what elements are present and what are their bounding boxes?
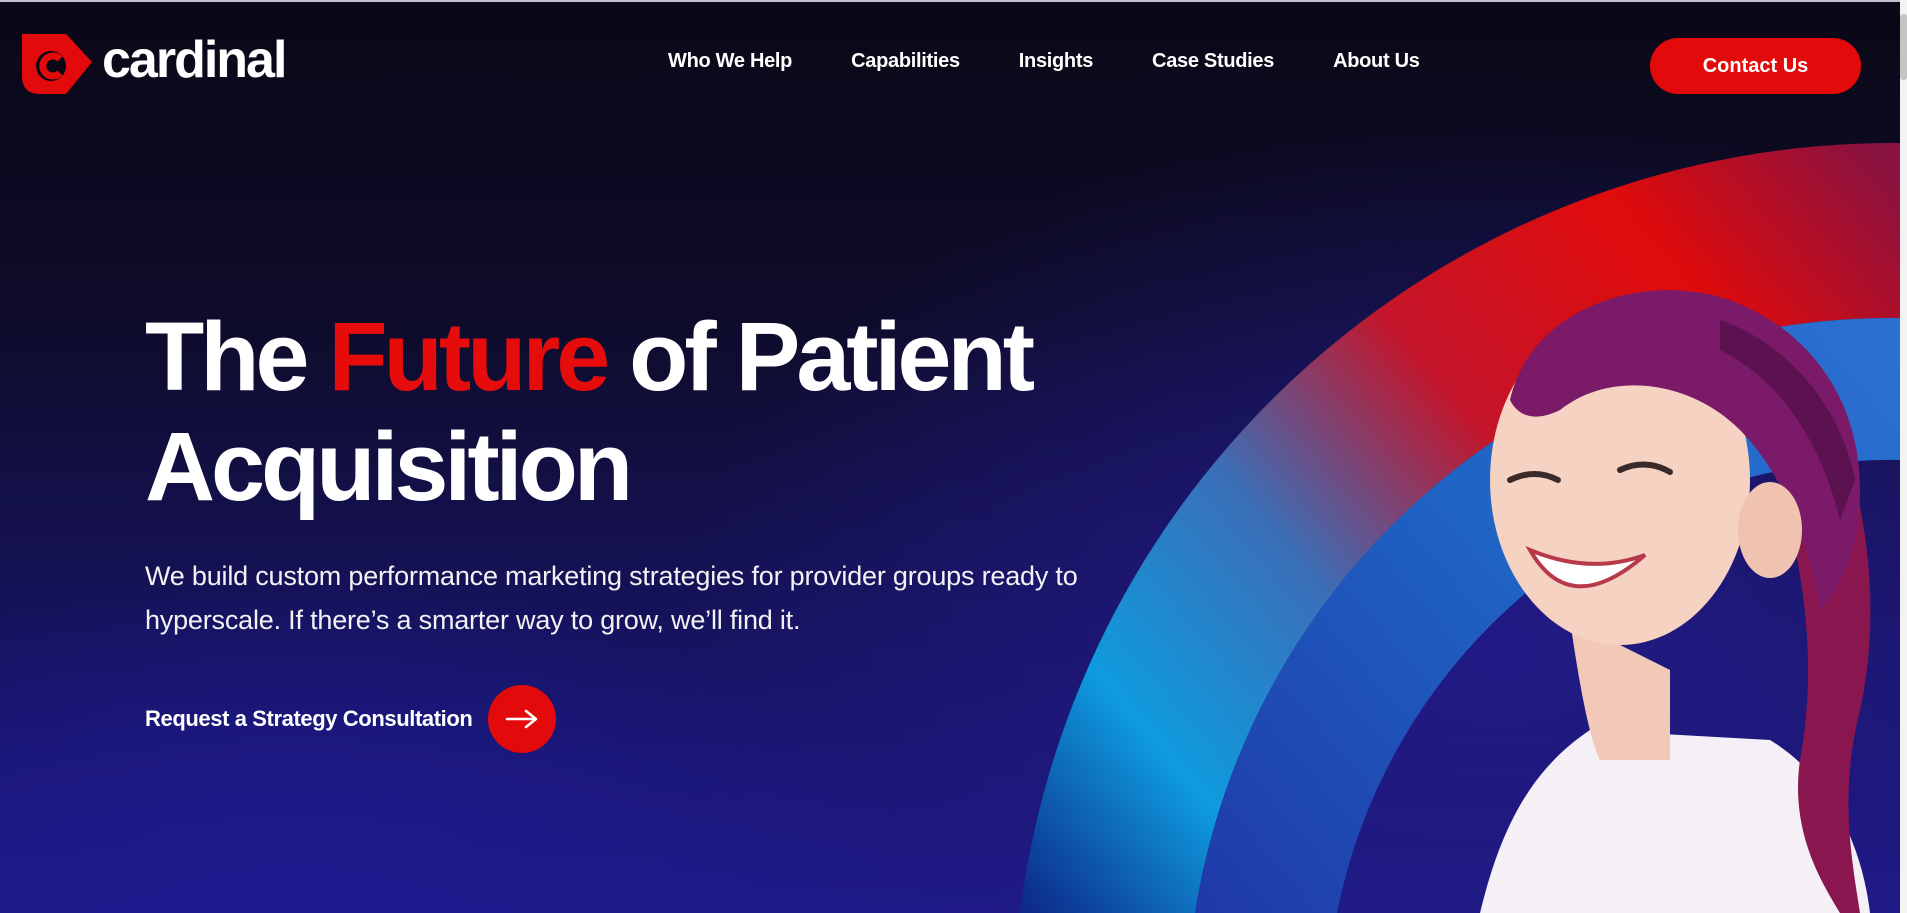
hero-subtext: We build custom performance marketing st… — [145, 561, 1078, 635]
headline-part-1: The — [145, 302, 329, 411]
nav-item-insights[interactable]: Insights — [1019, 50, 1094, 73]
arrow-right-icon — [506, 709, 538, 729]
brand-name: cardinal — [102, 31, 287, 89]
headline-accent: Future — [328, 302, 610, 411]
brand-logo[interactable]: cardinal — [20, 31, 287, 96]
cardinal-logo-icon — [22, 34, 92, 94]
main-nav: Who We Help Capabilities Insights Case S… — [668, 50, 1420, 73]
cta-arrow-button[interactable] — [488, 685, 557, 753]
hero-section: cardinal Who We Help Capabilities Insigh… — [0, 0, 1900, 913]
scrollbar-thumb[interactable] — [1900, 14, 1907, 80]
vertical-scrollbar[interactable] — [1900, 0, 1907, 913]
page: cardinal Who We Help Capabilities Insigh… — [0, 0, 1907, 913]
headline-part-2: of Patient — [606, 302, 1035, 411]
hero-headline: The Future of Patient Acquisition — [145, 302, 1035, 522]
nav-item-about-us[interactable]: About Us — [1333, 50, 1420, 73]
contact-us-button[interactable]: Contact Us — [1650, 38, 1861, 94]
window-top-border — [0, 0, 1907, 2]
nav-item-capabilities[interactable]: Capabilities — [851, 50, 960, 73]
smiling-woman-portrait — [1480, 290, 1871, 913]
strategy-consultation-cta[interactable]: Request a Strategy Consultation — [145, 685, 557, 753]
nav-item-case-studies[interactable]: Case Studies — [1152, 50, 1274, 73]
headline-line-2: Acquisition — [145, 412, 633, 521]
cta-label: Request a Strategy Consultation — [145, 706, 473, 731]
nav-item-who-we-help[interactable]: Who We Help — [668, 50, 792, 73]
